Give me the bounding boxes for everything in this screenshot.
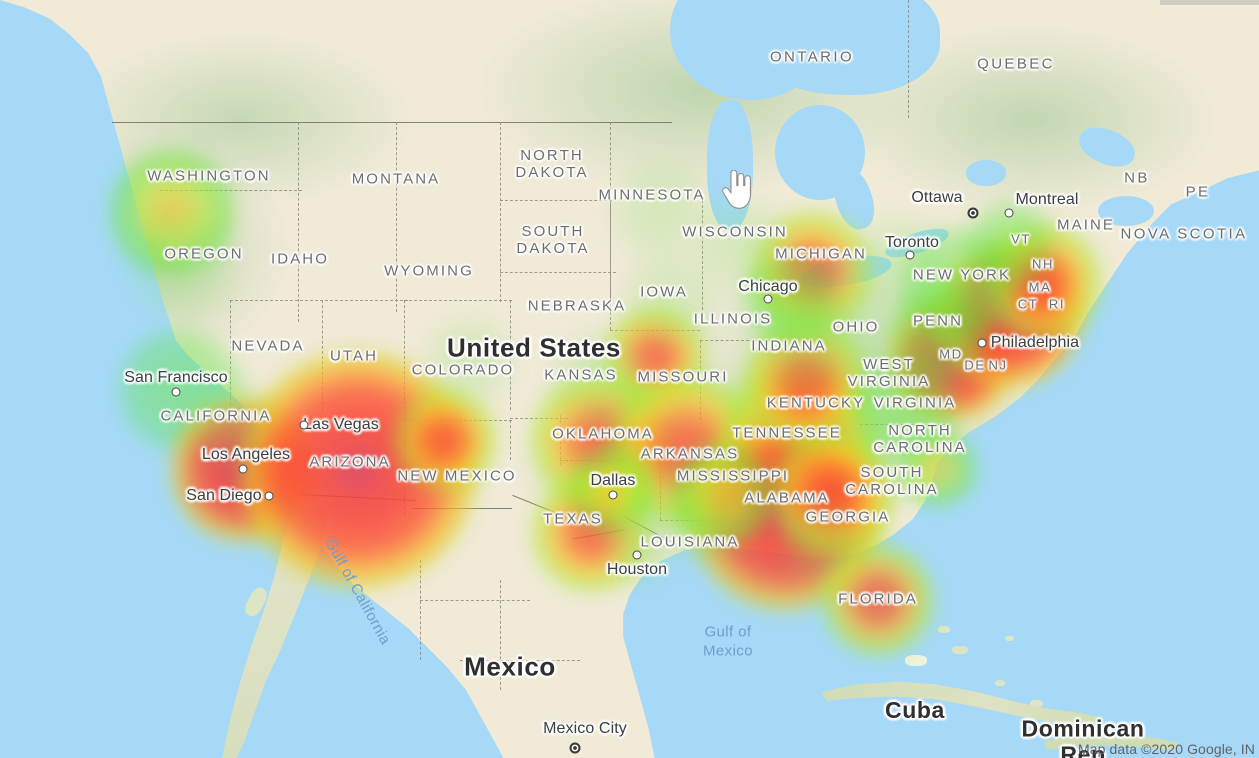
- city-marker[interactable]: [238, 464, 248, 474]
- bahamas-islet: [1005, 636, 1014, 641]
- capital-city-marker[interactable]: [967, 207, 979, 219]
- cuba-landmass: [820, 681, 1105, 727]
- bahamas-islet: [905, 655, 927, 666]
- city-marker[interactable]: [977, 338, 987, 348]
- landmass-layer: [0, 0, 1259, 758]
- map-attribution: Map data ©2020 Google, IN: [1077, 741, 1255, 757]
- bahamas-islet: [1030, 700, 1043, 707]
- city-marker[interactable]: [608, 490, 618, 500]
- bahamas-islet: [995, 680, 1005, 686]
- top-edge-artifact: [1160, 0, 1259, 5]
- city-marker[interactable]: [264, 491, 274, 501]
- map-viewport[interactable]: Gulf of Mexico Gulf of California WASHINGT…: [0, 0, 1259, 758]
- city-marker[interactable]: [632, 550, 642, 560]
- north-america-landmass: [0, 0, 1259, 758]
- bahamas-islet: [938, 626, 950, 633]
- inland-lake: [762, 0, 792, 40]
- city-marker[interactable]: [299, 420, 309, 430]
- bahamas-islet: [952, 646, 968, 654]
- city-marker[interactable]: [1004, 208, 1014, 218]
- lake-michigan: [707, 100, 753, 230]
- capital-city-marker[interactable]: [569, 742, 581, 754]
- city-marker[interactable]: [763, 294, 773, 304]
- city-marker[interactable]: [905, 250, 915, 260]
- northumberland-strait: [1098, 196, 1154, 226]
- city-marker[interactable]: [171, 387, 181, 397]
- inland-lake: [966, 160, 1006, 186]
